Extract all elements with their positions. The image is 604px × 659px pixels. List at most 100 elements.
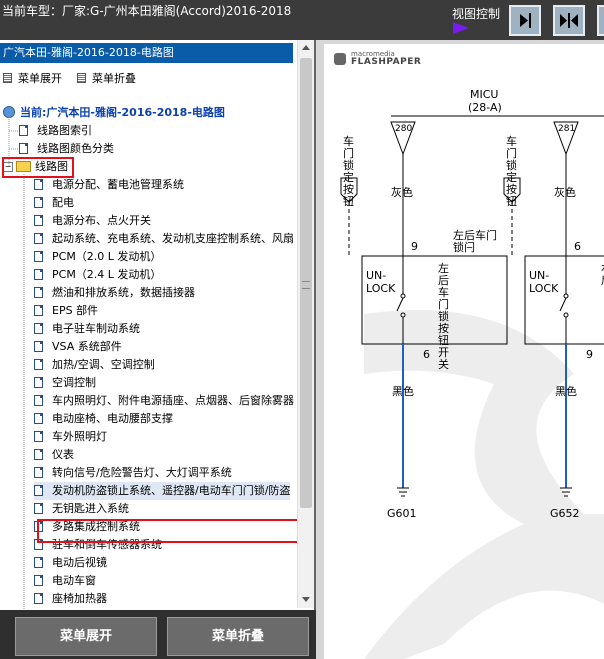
- document-icon: [34, 359, 43, 370]
- right-switch-name: 车门锁定按钮: [506, 135, 517, 208]
- tree-item-color-classification[interactable]: 线路图颜色分类: [19, 140, 114, 158]
- tree-item-circuit[interactable]: 车内照明灯、附件电源插座、点烟器、后窗除雾器: [34, 392, 294, 410]
- tree-root-label: 当前:广汽本田-雅阁-2016-2018-电路图: [20, 106, 225, 119]
- left-wire-color-bottom: 黑色: [392, 385, 414, 398]
- tree-item-circuit[interactable]: 空调控制: [34, 374, 96, 392]
- micu-label: MICU: [470, 88, 499, 101]
- tree-item-circuit[interactable]: 车外照明灯: [34, 428, 107, 446]
- document-icon: [34, 197, 43, 208]
- tree-item-circuit[interactable]: 仪表: [34, 446, 74, 464]
- tree-item-label: 电动车窗: [52, 574, 96, 587]
- left-door-lock-label: 左后车门锁闩: [453, 229, 497, 254]
- left-pin-9: 9: [411, 240, 418, 253]
- tree-panel-header: 广汽本田-雅阁-2016-2018-电路图: [0, 43, 293, 63]
- circuit-diagram: [340, 115, 604, 497]
- bottom-toolbar: 菜单展开 菜单折叠: [0, 610, 316, 659]
- pin-280-label: 280: [395, 124, 413, 134]
- document-icon: [34, 413, 43, 424]
- scrollbar-thumb[interactable]: [300, 58, 312, 508]
- ground-g652-label: G652: [550, 507, 580, 520]
- tree-item-label: 仪表: [52, 448, 74, 461]
- selected-item-highlight-box: [37, 519, 297, 543]
- tree-scrollbar[interactable]: [297, 40, 314, 608]
- collapse-menu-button[interactable]: 菜单折叠: [167, 617, 309, 656]
- document-icon: [19, 143, 28, 154]
- document-icon: [34, 179, 43, 190]
- tree-item-label: PCM（2.0 L 发动机）: [52, 250, 162, 263]
- tree-item-circuit[interactable]: 电动座椅、电动腰部支撑: [34, 410, 173, 428]
- wiring-diagram-page[interactable]: macromedia FLASHPAPER MICU (28-A) 280 车门…: [324, 44, 604, 659]
- expand-menu-button[interactable]: 菜单展开: [15, 617, 157, 656]
- document-icon: [34, 341, 43, 352]
- view-control-label: 视图控制: [452, 7, 501, 21]
- tree-item-circuit[interactable]: VSA 系统部件: [34, 338, 122, 356]
- document-icon: [34, 323, 43, 334]
- tree-item-label: 车内照明灯、附件电源插座、点烟器、后窗除雾器: [52, 394, 294, 407]
- tree-item-circuit[interactable]: 发动机防盗锁止系统、遥控器/电动车门门锁/防盗: [34, 482, 291, 500]
- toolbar-collapse-label: 菜单折叠: [92, 72, 136, 85]
- toolbar-expand-all[interactable]: 菜单展开: [3, 70, 62, 86]
- tree-item-label: 加热/空调、空调控制: [52, 358, 155, 371]
- split-view-button[interactable]: [553, 5, 585, 36]
- micu-connector-label: (28-A): [468, 101, 502, 114]
- scroll-up-icon[interactable]: [302, 45, 310, 50]
- right-wire-color-top: 灰色: [554, 186, 576, 199]
- tree-item-label: 电动后视镜: [52, 556, 107, 569]
- tree-item-circuit[interactable]: 电动车窗: [34, 572, 96, 590]
- tree-item-label: 座椅加热器: [52, 592, 107, 605]
- circuit-menu-tree: 当前:广汽本田-雅阁-2016-2018-电路图 线路图索引 线路图颜色分类 −…: [0, 104, 297, 610]
- menu-tree-panel: 广汽本田-雅阁-2016-2018-电路图 菜单展开 菜单折叠 当前:广汽本田-…: [0, 40, 316, 610]
- tree-item-circuit[interactable]: 电源分布、点火开关: [34, 212, 151, 230]
- toolbar-collapse-all[interactable]: 菜单折叠: [77, 70, 136, 86]
- scroll-down-icon[interactable]: [302, 597, 310, 602]
- ground-g601-label: G601: [387, 507, 417, 520]
- right-switch-contact: [563, 312, 569, 318]
- current-vehicle-title: 当前车型：厂家:G-广州本田雅阁(Accord)2016-2018: [2, 4, 292, 18]
- right-switch-contact: [563, 293, 569, 299]
- tree-item-circuit[interactable]: 转向信号/危险警告灯、大灯调平系统: [34, 464, 232, 482]
- tree-item-circuit[interactable]: 起动系统、充电系统、发动机支座控制系统、风扇: [34, 230, 294, 248]
- tree-item-circuit[interactable]: 座椅加热器: [34, 590, 107, 608]
- tree-item-label: 配电: [52, 196, 74, 209]
- tree-item-circuit[interactable]: 燃油和排放系统，数据插接器: [34, 284, 195, 302]
- tree-item-label: EPS 部件: [52, 304, 99, 317]
- right-pin-9: 9: [586, 348, 593, 361]
- tree-item-index[interactable]: 线路图索引: [19, 122, 92, 140]
- arrow-right-bar-icon: [520, 13, 531, 28]
- tree-item-circuit[interactable]: 电动后视镜: [34, 554, 107, 572]
- left-switch-contact: [400, 293, 406, 299]
- document-icon: [34, 593, 43, 604]
- split-arrows-icon: [560, 13, 578, 28]
- tree-item-label: 线路图索引: [37, 124, 92, 137]
- title-bar: 当前车型：厂家:G-广州本田雅阁(Accord)2016-2018 视图控制: [0, 0, 604, 40]
- left-switch-arm: [396, 297, 404, 312]
- tree-item-circuit[interactable]: 电子驻车制动系统: [34, 320, 140, 338]
- expand-icon: [3, 73, 12, 83]
- tree-item-circuit[interactable]: 无钥匙进入系统: [34, 500, 129, 518]
- document-icon: [34, 233, 43, 244]
- left-pin-6: 6: [423, 348, 430, 361]
- tree-item-circuit[interactable]: 电源分配、蓄电池管理系统: [34, 176, 184, 194]
- tree-item-circuit[interactable]: EPS 部件: [34, 302, 98, 320]
- view-button-partial[interactable]: [597, 5, 604, 36]
- document-icon: [19, 125, 28, 136]
- collapse-left-panel-button[interactable]: [509, 5, 541, 36]
- tree-item-circuit[interactable]: PCM（2.0 L 发动机）: [34, 248, 161, 266]
- tree-toolbar: 菜单展开 菜单折叠: [0, 68, 294, 88]
- pin-281-label: 281: [558, 124, 576, 134]
- document-icon: [34, 305, 43, 316]
- tree-item-circuit[interactable]: PCM（2.4 L 发动机）: [34, 266, 161, 284]
- scroll-grip-icon: [302, 281, 310, 289]
- document-icon: [34, 503, 43, 514]
- right-switch-arm: [559, 297, 567, 312]
- tree-item-label: 电动座椅、电动腰部支撑: [52, 412, 173, 425]
- tree-item-circuit[interactable]: 配电: [34, 194, 74, 212]
- tree-item-label: 无钥匙进入系统: [52, 502, 129, 515]
- tree-item-label: 电源分配、蓄电池管理系统: [52, 178, 184, 191]
- tree-item-circuit[interactable]: 加热/空调、空调控制: [34, 356, 155, 374]
- document-icon: [34, 377, 43, 388]
- tree-item-label: PCM（2.4 L 发动机）: [52, 268, 162, 281]
- tree-item-label: 发动机防盗锁止系统、遥控器/电动车门门锁/防盗: [52, 484, 291, 497]
- document-icon: [34, 485, 43, 496]
- app-window: 当前车型：厂家:G-广州本田雅阁(Accord)2016-2018 视图控制 广…: [0, 0, 604, 659]
